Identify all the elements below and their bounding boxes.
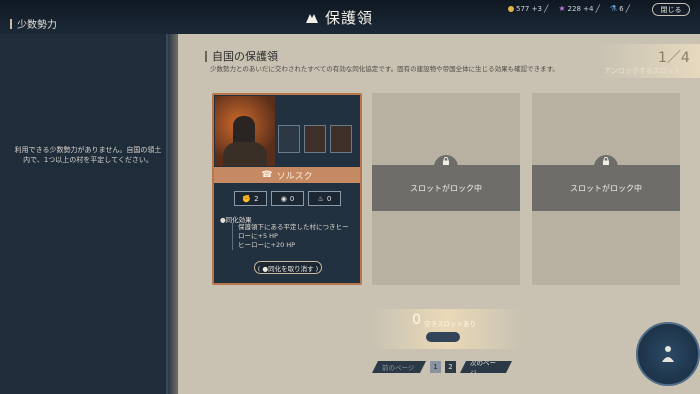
stat-eye: ◉ 0 <box>271 191 304 206</box>
unit-thumbnail[interactable] <box>330 125 352 153</box>
sidebar-header: 少数勢力 <box>10 16 57 31</box>
faction-stats: ✊ 2 ◉ 0 ♨ 0 <box>234 191 341 206</box>
resource-science: ⚗ 6 ╱ <box>609 4 630 13</box>
close-button[interactable]: 閉じる <box>652 3 690 16</box>
star-icon: ★ <box>558 4 566 13</box>
empty-slots-label: 空きスロットあり <box>424 320 476 328</box>
assimilation-effects: 保護領下にある平定した村につきヒーローに+5 HP ヒーローに+20 HP <box>232 223 352 250</box>
fist-icon: ✊ <box>242 194 252 203</box>
lock-icon <box>603 157 609 165</box>
page-number-1[interactable]: 1 <box>430 361 441 373</box>
slot-locked-label: スロットがロック中 <box>372 165 520 211</box>
sidebar-title: 少数勢力 <box>17 20 57 31</box>
locked-slot: スロットがロック中 <box>372 93 520 285</box>
main-title: 自国の保護領 <box>212 50 278 63</box>
faction-emblem-icon: ☎ <box>261 170 273 180</box>
slot-counter: 1／4 <box>658 50 690 66</box>
page-title: 保護領 <box>325 8 374 27</box>
minor-factions-panel <box>0 34 168 394</box>
effect-line: ヒーローに+20 HP <box>238 241 296 249</box>
main-description: 少数勢力とのあいだに交わされたすべての有効な同化協定です。固有の建設物や帝国全体… <box>210 65 559 73</box>
lock-icon <box>443 157 449 165</box>
slot-counter-label: アンロックするスロット <box>604 67 681 75</box>
protectorate-icon <box>306 14 318 23</box>
end-turn-button[interactable] <box>636 322 700 386</box>
faction-name-bar: ☎ ソルスク <box>214 167 360 183</box>
resource-influence: ★ 228 +4 ╱ <box>558 4 600 13</box>
header-accent-bar <box>205 50 207 62</box>
window-title: 保護領 <box>305 6 373 28</box>
faction-name: ソルスク <box>276 171 313 182</box>
flame-icon: ♨ <box>317 194 324 203</box>
faction-portrait <box>215 96 275 166</box>
unit-thumbnail[interactable] <box>278 125 300 153</box>
empty-factions-message: 利用できる少数勢力がありません。自国の領土内で、1つ以上の村を平定してください。 <box>14 146 162 164</box>
prev-page-button[interactable]: 前のページ <box>372 361 426 373</box>
unit-thumbnail[interactable] <box>304 125 326 153</box>
unit-thumbnails <box>278 125 352 153</box>
resource-bar: 577 +3 ╱ ★ 228 +4 ╱ ⚗ 6 ╱ <box>508 4 630 13</box>
next-page-button[interactable]: 次のページ <box>460 361 512 373</box>
empty-slots-count: 0 <box>412 312 421 328</box>
stat-fist: ✊ 2 <box>234 191 267 206</box>
coin-icon <box>508 5 514 12</box>
person-icon <box>662 346 674 362</box>
locked-slot: スロットがロック中 <box>532 93 680 285</box>
portrait-body <box>223 142 267 166</box>
empty-slots-banner <box>372 309 522 349</box>
flask-icon: ⚗ <box>609 4 618 13</box>
faction-card[interactable]: ☎ ソルスク ✊ 2 ◉ 0 ♨ 0 ●同化効果 保護領下にある平定した村につき… <box>212 93 362 285</box>
pagination: 前のページ 1 2 次のページ <box>372 361 512 373</box>
main-header: 自国の保護領 <box>205 48 278 64</box>
resource-gold: 577 +3 ╱ <box>508 5 548 13</box>
slot-locked-label: スロットがロック中 <box>532 165 680 211</box>
revoke-assimilation-button[interactable]: ( ●同化を取り消す ) <box>254 261 322 274</box>
empty-slots-button[interactable] <box>426 332 460 342</box>
header-accent-bar <box>10 18 12 29</box>
effect-line: 保護領下にある平定した村につきヒーローに+5 HP <box>238 223 349 240</box>
eye-icon: ◉ <box>280 194 287 203</box>
page-number-2[interactable]: 2 <box>445 361 456 373</box>
stat-flame: ♨ 0 <box>308 191 341 206</box>
